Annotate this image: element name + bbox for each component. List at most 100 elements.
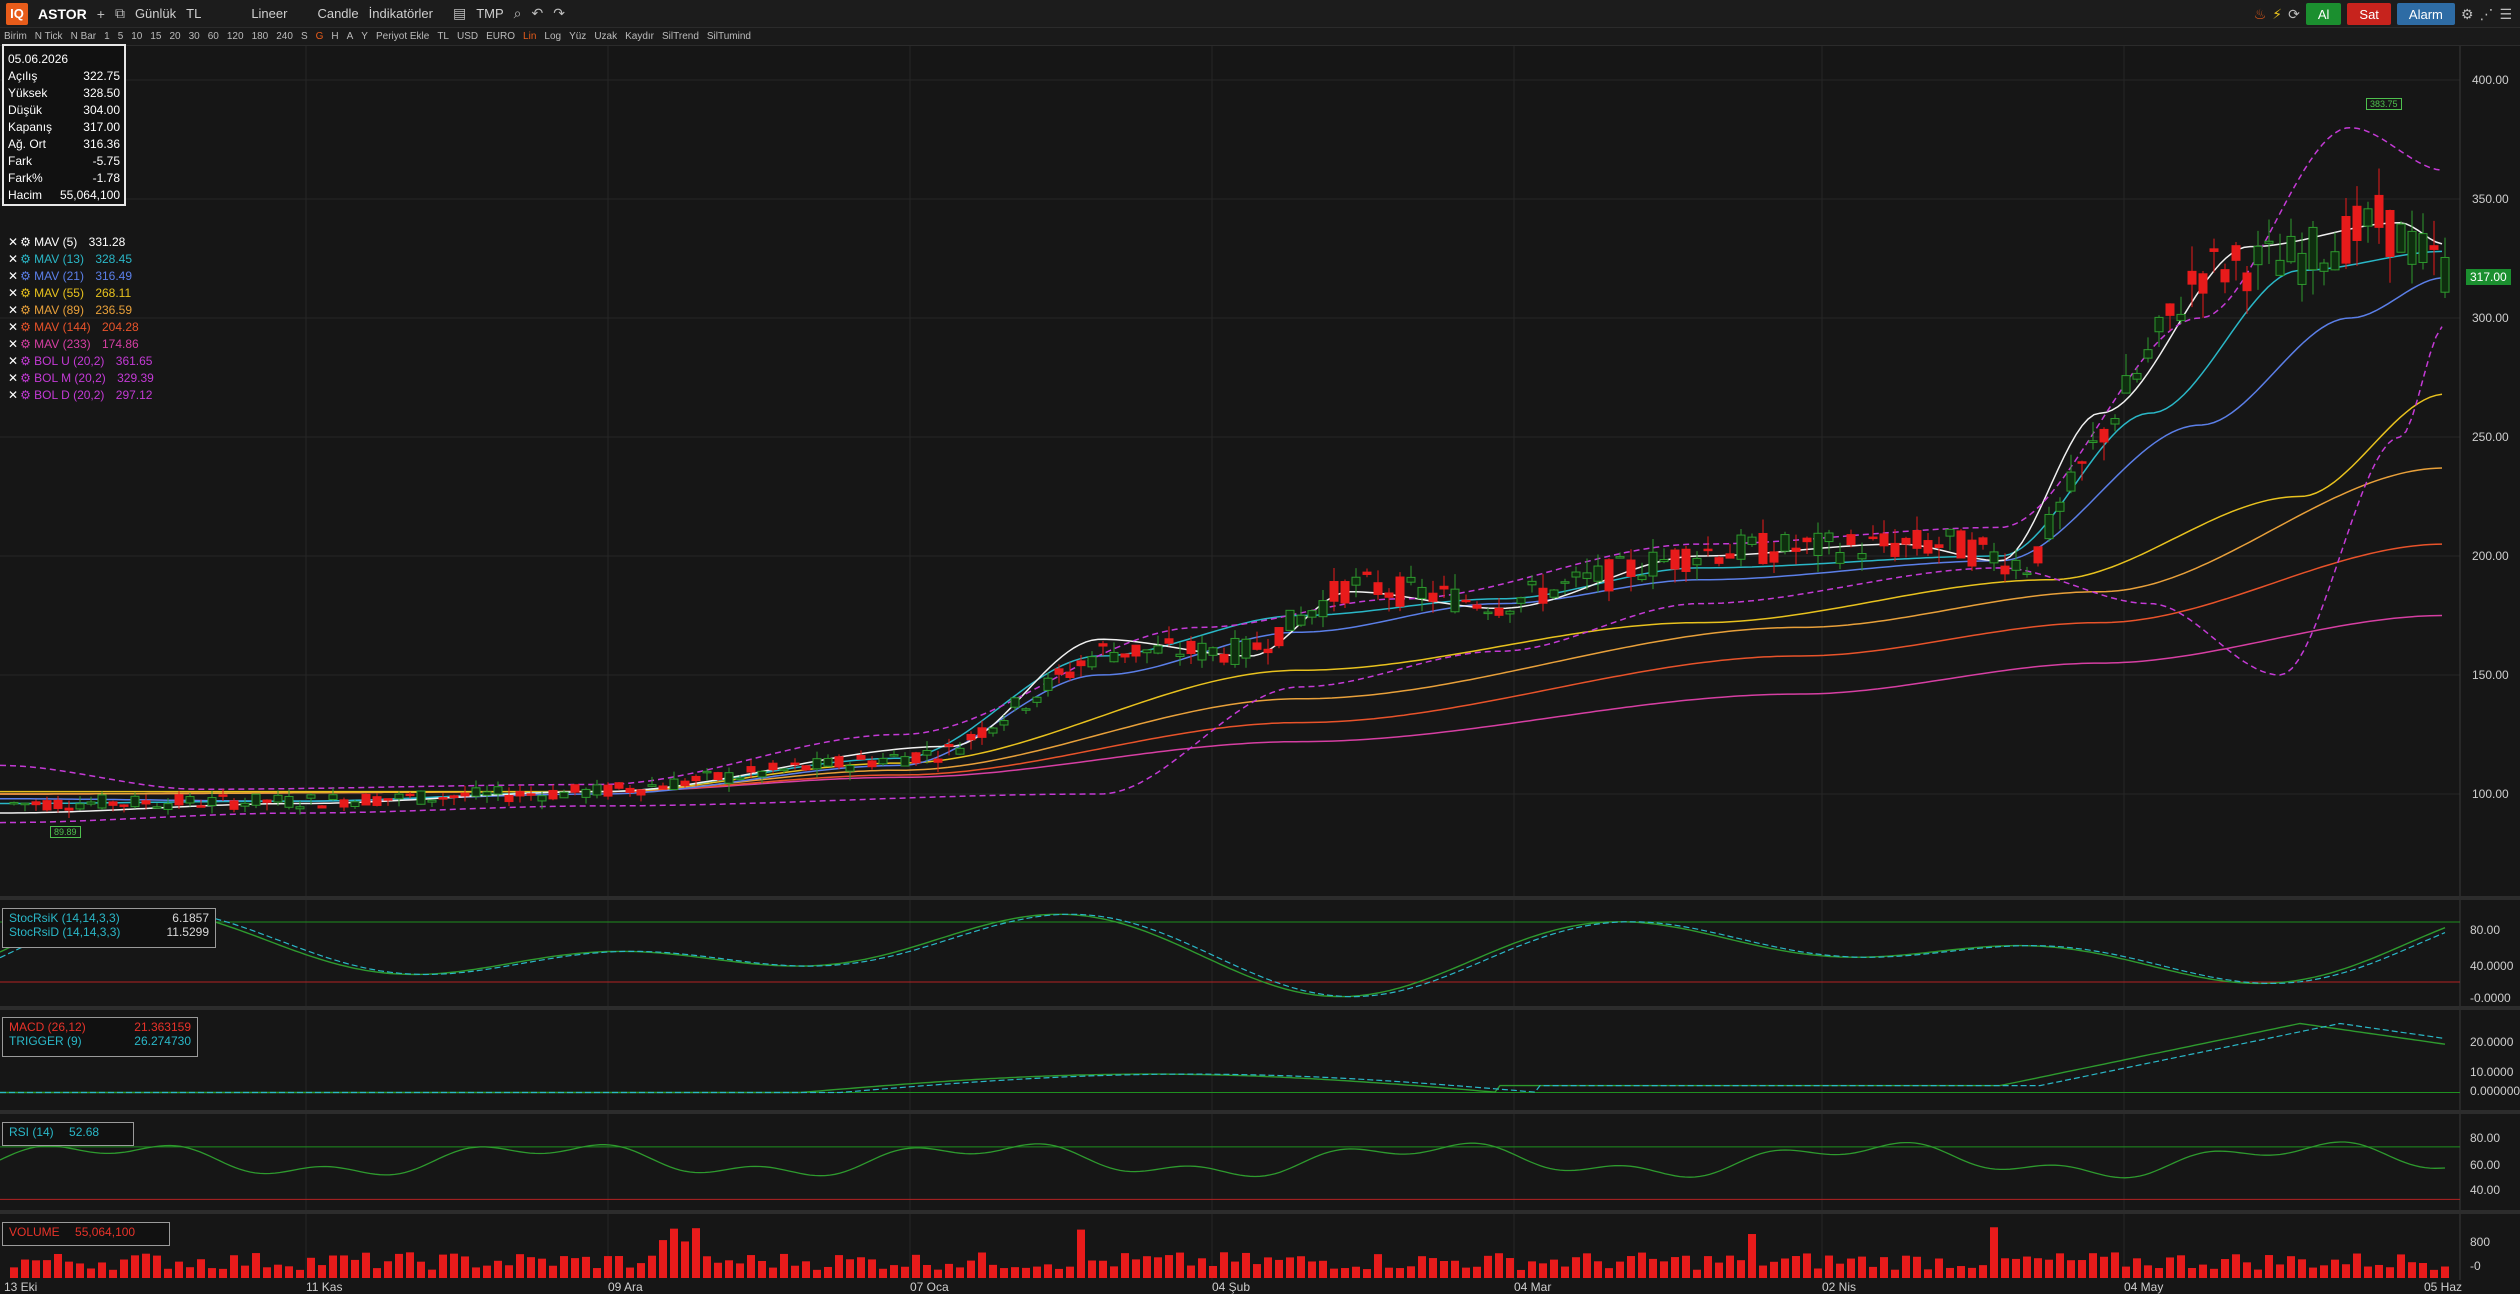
toggle-indicator-icon[interactable]: ⚙ bbox=[20, 303, 31, 317]
volume-bar bbox=[2309, 1267, 2317, 1278]
stoch-legend: StocRsiK (14,14,3,3) 6.1857 StocRsiD (14,… bbox=[2, 908, 216, 948]
candle-body bbox=[2242, 272, 2252, 292]
toggle-indicator-icon[interactable]: ⚙ bbox=[20, 235, 31, 249]
remove-indicator-icon[interactable]: ✕ bbox=[8, 252, 18, 266]
volume-bar bbox=[1044, 1264, 1052, 1278]
candle-body bbox=[724, 772, 734, 784]
volume-bar bbox=[1154, 1257, 1162, 1278]
toggle-indicator-icon[interactable]: ⚙ bbox=[20, 252, 31, 266]
candle-body bbox=[537, 795, 547, 802]
indicator-legend-item[interactable]: ✕ ⚙ BOL M (20,2) 329.39 bbox=[8, 370, 154, 387]
volume-bar bbox=[1990, 1227, 1998, 1278]
remove-indicator-icon[interactable]: ✕ bbox=[8, 286, 18, 300]
remove-indicator-icon[interactable]: ✕ bbox=[8, 235, 18, 249]
toggle-indicator-icon[interactable]: ⚙ bbox=[20, 269, 31, 283]
candle-body bbox=[1604, 559, 1614, 592]
candle-body bbox=[1384, 592, 1394, 598]
indicator-legend-item[interactable]: ✕ ⚙ MAV (21) 316.49 bbox=[8, 268, 154, 285]
toggle-indicator-icon[interactable]: ⚙ bbox=[20, 388, 31, 402]
indicator-legend-item[interactable]: ✕ ⚙ MAV (89) 236.59 bbox=[8, 302, 154, 319]
volume-bar bbox=[1671, 1257, 1679, 1278]
toggle-indicator-icon[interactable]: ⚙ bbox=[20, 371, 31, 385]
volume-bar bbox=[802, 1261, 810, 1278]
candle-body bbox=[1373, 582, 1383, 595]
volume-bar bbox=[120, 1259, 128, 1278]
volume-bar bbox=[2166, 1257, 2174, 1278]
toggle-indicator-icon[interactable]: ⚙ bbox=[20, 286, 31, 300]
indicator-legend-item[interactable]: ✕ ⚙ MAV (55) 268.11 bbox=[8, 285, 154, 302]
volume-bar bbox=[1132, 1259, 1140, 1278]
remove-indicator-icon[interactable]: ✕ bbox=[8, 354, 18, 368]
indicator-legend-item[interactable]: ✕ ⚙ MAV (144) 204.28 bbox=[8, 319, 154, 336]
volume-bar bbox=[1396, 1268, 1404, 1278]
volume-bar bbox=[417, 1261, 425, 1278]
candle-body bbox=[625, 787, 635, 793]
candle-body bbox=[1505, 610, 1515, 615]
volume-bar bbox=[626, 1267, 634, 1278]
volume-bar bbox=[692, 1228, 700, 1278]
indicator-legend-item[interactable]: ✕ ⚙ MAV (5) 331.28 bbox=[8, 234, 154, 251]
chart-canvas[interactable] bbox=[0, 0, 2520, 1292]
toggle-indicator-icon[interactable]: ⚙ bbox=[20, 354, 31, 368]
volume-bar bbox=[2397, 1254, 2405, 1278]
indicator-legend-item[interactable]: ✕ ⚙ MAV (233) 174.86 bbox=[8, 336, 154, 353]
remove-indicator-icon[interactable]: ✕ bbox=[8, 388, 18, 402]
candle-body bbox=[438, 797, 448, 800]
candle-body bbox=[31, 801, 41, 806]
volume-bar bbox=[648, 1255, 656, 1278]
volume-bar bbox=[285, 1266, 293, 1278]
info-row: Ağ. Ort 316.36 bbox=[8, 136, 120, 153]
indicator-legend-item[interactable]: ✕ ⚙ BOL D (20,2) 297.12 bbox=[8, 387, 154, 404]
volume-bar bbox=[472, 1267, 480, 1278]
candle-body bbox=[2209, 248, 2219, 252]
volume-bar bbox=[923, 1264, 931, 1278]
info-label: Hacim bbox=[8, 188, 43, 202]
remove-indicator-icon[interactable]: ✕ bbox=[8, 320, 18, 334]
stoch-axis-label: 40.0000 bbox=[2470, 959, 2514, 973]
volume-bar bbox=[1605, 1268, 1613, 1278]
volume-bar bbox=[1330, 1268, 1338, 1278]
volume-bar bbox=[1462, 1267, 1470, 1278]
candle-body bbox=[1252, 642, 1262, 650]
toggle-indicator-icon[interactable]: ⚙ bbox=[20, 320, 31, 334]
volume-bar bbox=[1374, 1254, 1382, 1278]
volume-bar bbox=[1682, 1255, 1690, 1278]
volume-bar bbox=[494, 1260, 502, 1278]
volume-bar bbox=[1088, 1260, 1096, 1278]
candle-body bbox=[515, 791, 525, 797]
volume-bar bbox=[945, 1263, 953, 1278]
price-axis-label: 350.00 bbox=[2472, 192, 2509, 206]
volume-bar bbox=[1418, 1256, 1426, 1278]
low-marker: 89.89 bbox=[50, 826, 81, 838]
volume-bar bbox=[1297, 1256, 1305, 1278]
remove-indicator-icon[interactable]: ✕ bbox=[8, 303, 18, 317]
volume-bar bbox=[1407, 1266, 1415, 1278]
volume-bar bbox=[1286, 1257, 1294, 1278]
volume-bar bbox=[2056, 1253, 2064, 1278]
remove-indicator-icon[interactable]: ✕ bbox=[8, 269, 18, 283]
volume-bar bbox=[109, 1269, 117, 1278]
info-label: Kapanış bbox=[8, 120, 53, 134]
candle-body bbox=[1813, 532, 1823, 556]
remove-indicator-icon[interactable]: ✕ bbox=[8, 371, 18, 385]
candle-body bbox=[1538, 587, 1548, 604]
volume-bar bbox=[1275, 1259, 1283, 1278]
candle-body bbox=[2165, 303, 2175, 316]
volume-bar bbox=[1517, 1269, 1525, 1278]
volume-bar bbox=[747, 1255, 755, 1278]
price-axis-label: 100.00 bbox=[2472, 787, 2509, 801]
volume-bar bbox=[2122, 1266, 2130, 1278]
volume-bar bbox=[846, 1259, 854, 1278]
info-value: 317.00 bbox=[83, 120, 120, 134]
remove-indicator-icon[interactable]: ✕ bbox=[8, 337, 18, 351]
candle-body bbox=[1142, 649, 1152, 654]
indicator-legend-item[interactable]: ✕ ⚙ MAV (13) 328.45 bbox=[8, 251, 154, 268]
candle-body bbox=[295, 806, 305, 810]
toggle-indicator-icon[interactable]: ⚙ bbox=[20, 337, 31, 351]
volume-bar bbox=[1902, 1255, 1910, 1278]
candle-body bbox=[2330, 251, 2340, 271]
ohlc-info-box: 05.06.2026 Açılış 322.75 Yüksek 328.50 Düşük… bbox=[2, 44, 126, 206]
candle-body bbox=[1461, 599, 1471, 603]
indicator-legend-item[interactable]: ✕ ⚙ BOL U (20,2) 361.65 bbox=[8, 353, 154, 370]
last-price-tag: 317.00 bbox=[2466, 269, 2511, 285]
